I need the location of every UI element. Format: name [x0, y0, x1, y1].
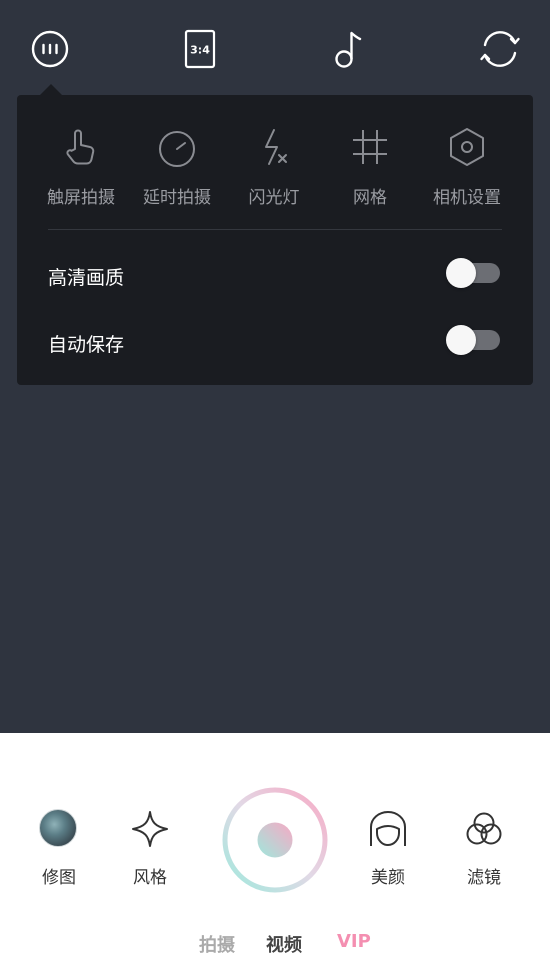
aspect-ratio-button[interactable]: 3:4 [177, 26, 223, 72]
tool-camera-settings[interactable]: 相机设置 [419, 123, 515, 213]
face-beauty-icon [370, 811, 406, 846]
filter-circles-icon [466, 812, 502, 845]
gallery-thumbnail [39, 809, 77, 847]
timer-icon [159, 131, 195, 167]
setting-label: 高清画质 [48, 267, 125, 289]
settings-hexagon-icon [450, 128, 484, 166]
hd-quality-toggle[interactable] [446, 258, 500, 288]
toggle-knob [446, 258, 476, 288]
music-note-icon [335, 31, 362, 68]
aspect-ratio-label: 3:4 [190, 44, 210, 57]
camera-top-bar: 3:4 [0, 0, 550, 95]
flash-off-icon [265, 129, 287, 165]
touch-hand-icon [66, 129, 95, 165]
tool-label: 网格 [353, 188, 387, 208]
beauty-button[interactable]: 美颜 [353, 807, 423, 897]
shutter-button[interactable] [221, 786, 329, 894]
auto-save-toggle[interactable] [446, 325, 500, 355]
style-button[interactable]: 风格 [115, 807, 185, 897]
divider [48, 229, 502, 230]
tool-grid[interactable]: 网格 [322, 123, 418, 213]
camera-settings-popover: 触屏拍摄 延时拍摄 闪光灯 网格 相机设置 高清画质 自动保存 [17, 95, 533, 385]
mode-tab-photo[interactable]: 拍摄 [199, 931, 235, 957]
bottom-controls: 修图 风格 美颜 滤镜 拍摄 视频 VIP [0, 733, 550, 977]
beauty-label: 美颜 [371, 868, 405, 888]
tool-touch-shoot[interactable]: 触屏拍摄 [33, 123, 129, 213]
tool-timer-shoot[interactable]: 延时拍摄 [129, 123, 225, 213]
tool-row: 触屏拍摄 延时拍摄 闪光灯 网格 相机设置 [17, 123, 533, 213]
edit-photo-button[interactable]: 修图 [24, 807, 94, 897]
switch-camera-button[interactable] [477, 26, 523, 72]
mode-tab-vip[interactable]: VIP [337, 931, 371, 952]
tool-label: 触屏拍摄 [47, 188, 115, 208]
toggle-knob [446, 325, 476, 355]
more-icon [31, 30, 69, 68]
mode-tab-video[interactable]: 视频 [266, 931, 302, 957]
tool-flash[interactable]: 闪光灯 [226, 123, 322, 213]
tool-label: 相机设置 [433, 188, 501, 208]
filter-label: 滤镜 [467, 868, 501, 888]
shutter-ring [222, 787, 328, 893]
photo-thumbnail [39, 809, 79, 849]
filter-button[interactable]: 滤镜 [449, 807, 519, 897]
edit-photo-label: 修图 [42, 868, 76, 888]
music-button[interactable] [326, 26, 372, 72]
more-button[interactable] [27, 26, 73, 72]
record-dot [257, 822, 293, 858]
grid-icon [353, 130, 387, 164]
setting-row-hd-quality: 高清画质 [48, 255, 502, 295]
popover-pointer [40, 84, 62, 95]
setting-label: 自动保存 [48, 334, 125, 356]
mode-selector: 拍摄 视频 VIP [0, 931, 550, 957]
camera-switch-icon [480, 31, 520, 67]
style-label: 风格 [133, 868, 167, 888]
tool-label: 延时拍摄 [143, 188, 211, 208]
setting-row-auto-save: 自动保存 [48, 322, 502, 362]
sparkle-icon [132, 811, 168, 847]
tool-label: 闪光灯 [248, 188, 300, 208]
aspect-ratio-icon: 3:4 [184, 29, 216, 69]
